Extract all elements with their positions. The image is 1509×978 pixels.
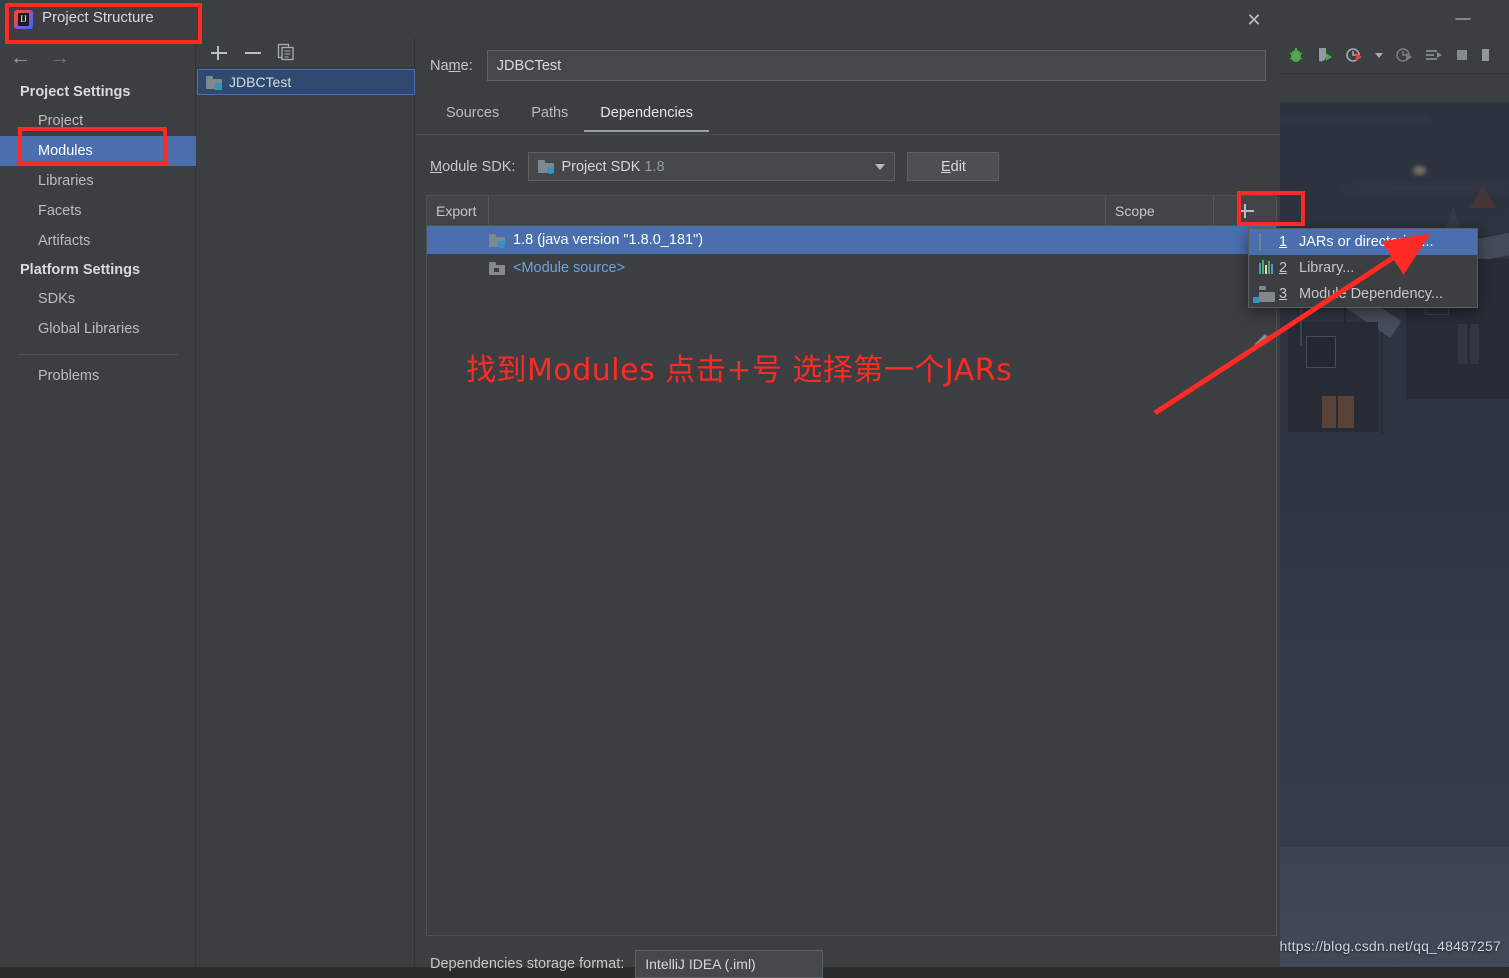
sidebar-item-project[interactable]: Project [0, 106, 196, 136]
modules-list-panel: JDBCTest [197, 38, 415, 967]
sidebar-item-facets[interactable]: Facets [0, 196, 196, 226]
run-with-icon[interactable] [1394, 45, 1414, 65]
sidebar-item-sdks[interactable]: SDKs [0, 284, 196, 314]
module-editor-panel: Name: Sources Paths Dependencies Module … [416, 38, 1280, 967]
module-name-label: JDBCTest [229, 74, 291, 90]
name-label: Name: [430, 58, 473, 74]
module-sdk-row: Module SDK: Project SDK 1.8 Edit [430, 152, 999, 181]
module-name-input[interactable] [487, 50, 1266, 81]
remove-module-button[interactable] [243, 43, 263, 63]
dependency-name: 1.8 (java version "1.8.0_181") [513, 232, 703, 248]
dialog-title-bar: IJ Project Structure [0, 0, 1280, 38]
nav-history-controls: ← → [10, 46, 70, 70]
editor-wallpaper [1280, 74, 1509, 967]
sidebar-item-artifacts[interactable]: Artifacts [0, 226, 196, 256]
copy-module-button[interactable] [277, 43, 297, 63]
sidebar-toggle-icon[interactable] [1481, 45, 1491, 65]
nav-divider [18, 354, 178, 355]
module-sdk-value: Project SDK 1.8 [561, 159, 664, 175]
storage-format-label: Dependencies storage format: [430, 956, 624, 972]
close-icon[interactable]: ✕ [1240, 8, 1268, 32]
winter-village-wallpaper [1280, 74, 1509, 967]
sidebar-item-libraries[interactable]: Libraries [0, 166, 196, 196]
module-folder-icon [206, 76, 222, 89]
column-header-scope[interactable]: Scope [1106, 196, 1214, 225]
tab-sources[interactable]: Sources [430, 104, 515, 132]
chevron-down-icon [875, 164, 885, 170]
debug-bug-icon[interactable] [1286, 45, 1306, 65]
storage-format-row: Dependencies storage format: IntelliJ ID… [430, 950, 823, 978]
module-sdk-select[interactable]: Project SDK 1.8 [528, 152, 895, 181]
sdk-folder-icon [489, 234, 505, 247]
sdk-folder-icon [538, 160, 554, 173]
module-source-icon [489, 262, 505, 275]
add-dependency-button[interactable] [1214, 196, 1276, 225]
nav-group-project-settings: Project Settings [0, 78, 196, 106]
settings-navigation-panel: ← → Project Settings Project Modules Lib… [0, 38, 196, 967]
sidebar-item-modules[interactable]: Modules [0, 136, 196, 166]
table-header-row: Export Scope [427, 196, 1276, 226]
forward-arrow-icon[interactable]: → [49, 46, 70, 70]
ide-minimize-button[interactable]: — [1451, 10, 1475, 28]
add-module-button[interactable] [209, 43, 229, 63]
nav-group-platform-settings: Platform Settings [0, 256, 196, 284]
tab-paths[interactable]: Paths [515, 104, 584, 132]
column-header-export[interactable]: Export [427, 196, 489, 225]
intellij-idea-icon: IJ [14, 10, 33, 29]
storage-format-value: IntelliJ IDEA (.iml) [645, 956, 755, 972]
settings-nav-list: Project Settings Project Modules Librari… [0, 78, 196, 391]
list-item[interactable]: JDBCTest [197, 69, 415, 95]
instruction-annotation: 找到Modules 点击+号 选择第一个JARs [466, 345, 1012, 389]
run-list-icon[interactable] [1423, 45, 1443, 65]
tabs-divider [416, 134, 1280, 135]
coverage-run-icon[interactable] [1315, 45, 1335, 65]
back-arrow-icon[interactable]: ← [10, 46, 31, 70]
module-sdk-label: Module SDK: [430, 159, 515, 175]
storage-format-select[interactable]: IntelliJ IDEA (.iml) [635, 950, 823, 978]
name-row: Name: [430, 50, 1266, 81]
sidebar-item-global-libraries[interactable]: Global Libraries [0, 314, 196, 344]
column-header-name[interactable] [489, 196, 1106, 225]
profiler-run-icon[interactable] [1344, 45, 1364, 65]
sidebar-item-problems[interactable]: Problems [0, 361, 196, 391]
ide-run-toolbar [1280, 36, 1509, 74]
csdn-watermark: https://blog.csdn.net/qq_48487257 [1280, 938, 1501, 954]
stop-icon[interactable] [1452, 45, 1472, 65]
arrow-to-jars-menu-item [1110, 225, 1470, 425]
edit-sdk-button[interactable]: Edit [907, 152, 999, 181]
modules-toolbar [197, 38, 415, 68]
dropdown-caret-icon[interactable] [1373, 45, 1385, 65]
dialog-title: Project Structure [42, 9, 154, 26]
dependency-name: <Module source> [513, 260, 625, 276]
project-structure-dialog: IJ Project Structure ✕ ← → Project Setti… [0, 0, 1280, 967]
tab-dependencies[interactable]: Dependencies [584, 104, 709, 132]
module-tabs: Sources Paths Dependencies [430, 100, 1266, 132]
